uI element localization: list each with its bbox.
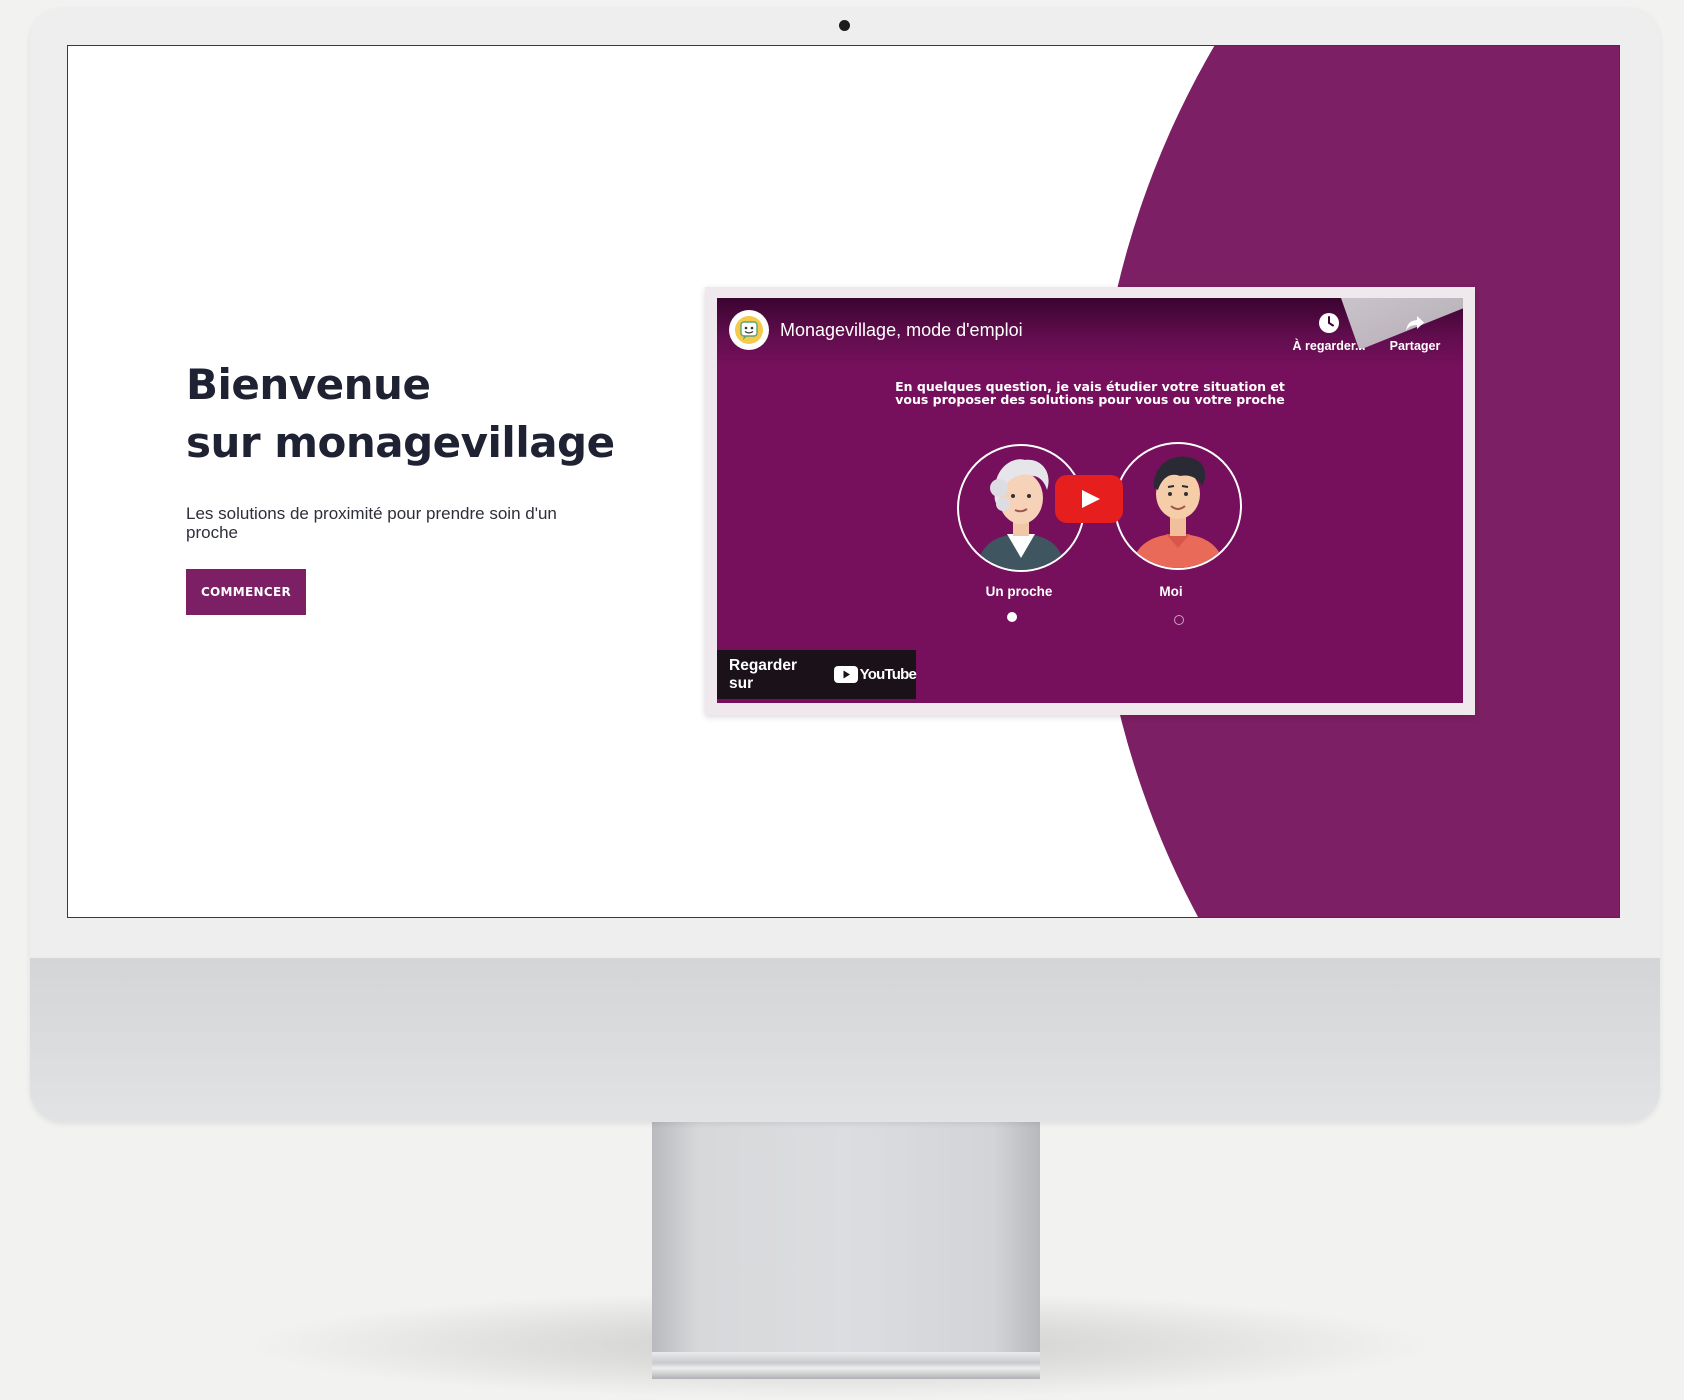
share-button[interactable]: Partager <box>1380 312 1450 353</box>
monitor-stand <box>652 1110 1040 1379</box>
page-title-line-1: Bienvenue <box>186 360 431 409</box>
imac-monitor: Bienvenue sur monagevillage Les solution… <box>30 8 1660 1122</box>
page-title: Bienvenue sur monagevillage <box>186 356 615 472</box>
man-icon <box>1132 456 1224 568</box>
youtube-logo: YouTube <box>833 666 917 683</box>
youtube-play-icon <box>833 666 858 683</box>
channel-avatar[interactable] <box>729 310 769 350</box>
video-intro-text: En quelques question, je vais étudier vo… <box>867 380 1313 406</box>
watch-on-youtube-button[interactable]: Regarder sur YouTube <box>717 650 917 699</box>
man-illustration <box>1114 442 1242 570</box>
start-button[interactable]: COMMENCER <box>186 569 306 615</box>
page-title-line-2: sur monagevillage <box>186 418 615 467</box>
play-icon <box>1082 490 1100 508</box>
video-intro-line-2: vous proposer des solutions pour vous ou… <box>895 392 1285 407</box>
share-label: Partager <box>1389 339 1441 353</box>
monitor-chin <box>30 958 1660 1122</box>
share-arrow-icon <box>1406 316 1424 331</box>
radio-dot-selected <box>1007 612 1017 622</box>
monitor-stand-base <box>652 1352 1040 1379</box>
watch-on-label: Regarder sur <box>729 656 798 692</box>
smiley-logo-icon <box>735 316 763 344</box>
play-button[interactable] <box>1055 475 1123 523</box>
camera-icon <box>839 20 850 31</box>
video-title[interactable]: Monagevillage, mode d'emploi <box>780 320 1023 341</box>
radio-dot-unselected <box>1174 615 1184 625</box>
watch-later-button[interactable]: À regarder... <box>1289 312 1369 353</box>
watch-later-label: À regarder... <box>1292 339 1366 353</box>
youtube-wordmark: YouTube <box>859 666 917 683</box>
page-subtitle: Les solutions de proximité pour prendre … <box>186 504 557 542</box>
choice-label-proche: Un proche <box>985 584 1053 599</box>
choice-label-moi: Moi <box>1159 584 1183 599</box>
clock-icon <box>1319 313 1339 333</box>
youtube-video-embed[interactable]: Monagevillage, mode d'emploi À regarder.… <box>717 298 1463 703</box>
screen: Bienvenue sur monagevillage Les solution… <box>67 45 1620 918</box>
video-card: Monagevillage, mode d'emploi À regarder.… <box>705 287 1475 715</box>
